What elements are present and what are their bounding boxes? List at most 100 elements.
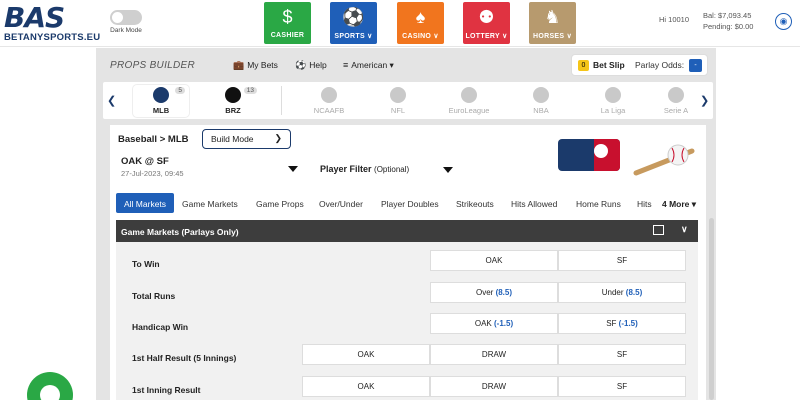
sport-name: BRZ bbox=[225, 106, 241, 115]
odds-button[interactable]: OAK (-1.5) bbox=[430, 313, 558, 334]
game-matchup: OAK @ SF bbox=[121, 156, 169, 167]
mlb-logo bbox=[558, 139, 620, 171]
user-account-icon[interactable]: ◉ bbox=[775, 13, 792, 30]
logo-subtext: BETANYSPORTS.EU bbox=[4, 32, 101, 43]
chat-icon bbox=[40, 385, 60, 400]
parlay-odds-label: Parlay Odds: bbox=[635, 60, 685, 70]
sport-tab-serie-a[interactable]: Serie A bbox=[656, 85, 696, 117]
help-link[interactable]: ⚽ Help bbox=[295, 60, 327, 71]
option-text: Over bbox=[475, 288, 494, 297]
sport-name: NBA bbox=[533, 106, 549, 115]
sport-tab-ncaafb[interactable]: NCAAFB bbox=[301, 85, 357, 117]
sports-label: SPORTS ∨ bbox=[334, 33, 373, 40]
more-tabs-button[interactable]: 4 More ▾ bbox=[662, 199, 696, 210]
soccer-ball-icon bbox=[668, 87, 684, 103]
betanysports-logo[interactable]: BAS BETANYSPORTS.EU bbox=[4, 4, 104, 44]
chat-button[interactable] bbox=[27, 372, 73, 400]
briefcase-icon: 💼 bbox=[233, 60, 245, 70]
my-bets-link[interactable]: 💼 My Bets bbox=[233, 60, 278, 71]
odds-button[interactable]: DRAW bbox=[430, 344, 558, 365]
my-bets-label: My Bets bbox=[247, 60, 278, 70]
market-label-1st-half: 1st Half Result (5 Innings) bbox=[132, 353, 237, 363]
sport-count: 13 bbox=[243, 87, 257, 94]
tab-home-runs[interactable]: Home Runs bbox=[576, 193, 621, 213]
tab-game-markets[interactable]: Game Markets bbox=[182, 193, 238, 213]
bet-slip-label: Bet Slip bbox=[593, 60, 625, 70]
tab-hits-allowed[interactable]: Hits Allowed bbox=[511, 193, 557, 213]
casino-icon: ♠ bbox=[415, 7, 426, 27]
odds-button[interactable]: Under (8.5) bbox=[558, 282, 686, 303]
chevron-right-icon: ❯ bbox=[274, 133, 282, 143]
sport-tab-euroleague[interactable]: EuroLeague bbox=[441, 85, 497, 117]
tab-all-markets[interactable]: All Markets bbox=[116, 193, 175, 213]
bat-and-ball-icon bbox=[633, 144, 695, 176]
option-line: (-1.5) bbox=[618, 319, 638, 328]
football-icon bbox=[321, 87, 337, 103]
cashier-button[interactable]: $ CASHIER bbox=[264, 2, 311, 44]
lottery-button[interactable]: ⚉ LOTTERY ∨ bbox=[463, 2, 510, 44]
chevron-right-icon[interactable]: ❯ bbox=[700, 94, 709, 107]
odds-format-label: American ▾ bbox=[351, 60, 394, 70]
odds-button[interactable]: OAK bbox=[430, 250, 558, 271]
odds-button[interactable]: SF bbox=[558, 250, 686, 271]
copy-icon[interactable] bbox=[653, 225, 664, 235]
sport-tab-nba[interactable]: NBA bbox=[513, 85, 569, 117]
option-text: SF bbox=[606, 319, 617, 328]
odds-button[interactable]: SF (-1.5) bbox=[558, 313, 686, 334]
option-text: OAK bbox=[474, 319, 492, 328]
odds-button[interactable]: SF bbox=[558, 344, 686, 365]
odds-format-dropdown[interactable]: ≡ American ▾ bbox=[343, 60, 394, 71]
dark-mode-label: Dark Mode bbox=[110, 27, 142, 34]
odds-button[interactable]: Over (8.5) bbox=[430, 282, 558, 303]
sports-button[interactable]: ⚽ SPORTS ∨ bbox=[330, 2, 377, 44]
player-filter-select[interactable]: Player Filter (Optional) bbox=[312, 156, 465, 182]
toggle-switch[interactable] bbox=[110, 10, 142, 25]
help-label: Help bbox=[309, 60, 327, 70]
caret-down-icon bbox=[443, 167, 453, 173]
tab-strikeouts[interactable]: Strikeouts bbox=[456, 193, 494, 213]
odds-button[interactable]: DRAW bbox=[430, 376, 558, 397]
tab-player-doubles[interactable]: Player Doubles bbox=[381, 193, 439, 213]
dark-mode-toggle[interactable]: Dark Mode bbox=[106, 10, 146, 34]
odds-button[interactable]: OAK bbox=[302, 376, 430, 397]
tab-game-props[interactable]: Game Props bbox=[256, 193, 304, 213]
horses-button[interactable]: ♞ HORSES ∨ bbox=[529, 2, 576, 44]
tab-hits[interactable]: Hits bbox=[637, 193, 652, 213]
scrollbar[interactable] bbox=[709, 218, 714, 400]
horse-icon: ♞ bbox=[544, 7, 561, 27]
basketball-icon bbox=[533, 87, 549, 103]
props-builder-title: PROPS BUILDER bbox=[110, 60, 196, 71]
odds-button[interactable]: SF bbox=[558, 376, 686, 397]
sport-tab-nfl[interactable]: NFL bbox=[370, 85, 426, 117]
top-header: BAS BETANYSPORTS.EU Dark Mode $ CASHIER … bbox=[0, 0, 800, 47]
sport-name: NCAAFB bbox=[313, 106, 345, 115]
tab-over-under[interactable]: Over/Under bbox=[319, 193, 363, 213]
game-select[interactable]: OAK @ SF 27-Jul-2023, 09:45 bbox=[116, 156, 304, 184]
bet-slip-count-badge: 0 bbox=[578, 60, 589, 71]
bet-slip-button[interactable]: 0 Bet Slip Parlay Odds: - bbox=[571, 54, 708, 76]
sport-tab-mlb[interactable]: MLB 5 bbox=[133, 85, 189, 117]
pending-value: Pending: $0.00 bbox=[703, 22, 754, 31]
cashier-label: CASHIER bbox=[270, 32, 305, 39]
option-text: Under bbox=[601, 288, 624, 297]
sports-carousel: ❮ MLB 5 BRZ 13 NCAAFB NFL EuroLeague NBA… bbox=[103, 82, 713, 119]
build-mode-button[interactable]: Build Mode ❯ bbox=[202, 129, 291, 149]
chevron-down-icon[interactable]: ∨ bbox=[681, 224, 688, 235]
section-header[interactable]: Game Markets (Parlays Only) ∨ bbox=[116, 220, 698, 242]
lottery-icon: ⚉ bbox=[478, 7, 495, 27]
breadcrumb: Baseball > MLB bbox=[118, 134, 189, 145]
odds-button[interactable]: OAK bbox=[302, 344, 430, 365]
lottery-label: LOTTERY ∨ bbox=[465, 33, 508, 40]
sport-name: MLB bbox=[152, 106, 170, 115]
market-label-1st-inning: 1st Inning Result bbox=[132, 385, 201, 395]
sport-name: EuroLeague bbox=[448, 106, 490, 115]
sport-tab-la-liga[interactable]: La Liga bbox=[585, 85, 641, 117]
player-filter-hint: (Optional) bbox=[374, 165, 410, 174]
sport-count: 5 bbox=[175, 87, 185, 94]
chevron-left-icon[interactable]: ❮ bbox=[107, 94, 116, 107]
soccer-ball-icon bbox=[225, 87, 241, 103]
logo-text: BAS bbox=[4, 1, 65, 34]
casino-button[interactable]: ♠ CASINO ∨ bbox=[397, 2, 444, 44]
sport-tab-brz[interactable]: BRZ 13 bbox=[205, 85, 261, 117]
parlay-odds-value[interactable]: - bbox=[689, 59, 702, 72]
